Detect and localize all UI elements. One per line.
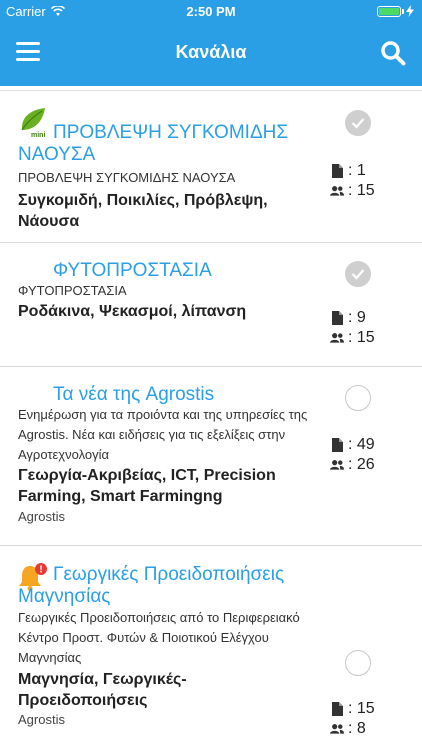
member-count: : 15 xyxy=(348,182,375,199)
channel-tags: Ροδάκινα, Ψεκασμοί, λίπανση xyxy=(18,303,247,320)
channel-title[interactable]: Γεωργικές Προειδοποιήσεις Μαγνησίας xyxy=(18,564,303,608)
channel-stats: : 49 : 26 xyxy=(330,435,375,475)
battery-icon xyxy=(377,5,414,17)
subscribe-toggle[interactable] xyxy=(345,385,371,411)
channel-item[interactable]: ΦΥΤΟΠΡΟΣΤΑΣΙΑ ΦΥΤΟΠΡΟΣΤΑΣΙΑ Ροδάκινα, Ψε… xyxy=(0,243,422,367)
status-bar: Carrier 2:50 PM xyxy=(0,0,422,22)
channel-stats: : 9 : 15 xyxy=(330,308,375,348)
subscribe-toggle[interactable] xyxy=(345,261,371,287)
document-icon xyxy=(331,164,343,178)
channel-stats: : 1 : 15 xyxy=(330,161,375,201)
channel-item[interactable]: ! Γεωργικές Προειδοποιήσεις Μαγνησίας Γε… xyxy=(0,546,422,750)
navigation-bar: Κανάλια xyxy=(0,22,422,86)
channel-list: mini ΠΡΟΒΛΕΨΗ ΣΥΓΚΟΜΙΔΗΣ ΝΑΟΥΣΑ ΠΡΟΒΛΕΨΗ… xyxy=(0,86,422,750)
checkmark-icon xyxy=(351,118,365,129)
channel-description: ΦΥΤΟΠΡΟΣΤΑΣΙΑ xyxy=(18,283,127,298)
document-icon xyxy=(331,438,343,452)
member-count: : 8 xyxy=(348,720,366,737)
users-icon xyxy=(330,724,344,734)
users-icon xyxy=(330,333,344,343)
document-icon xyxy=(331,311,343,325)
document-count: : 49 xyxy=(348,436,375,453)
search-icon[interactable] xyxy=(380,40,406,66)
document-count: : 9 xyxy=(348,309,366,326)
channel-title[interactable]: ΠΡΟΒΛΕΨΗ ΣΥΓΚΟΜΙΔΗΣ ΝΑΟΥΣΑ xyxy=(18,122,303,166)
subscribe-toggle[interactable] xyxy=(345,650,371,676)
status-time: 2:50 PM xyxy=(186,4,236,19)
channel-item[interactable]: mini ΠΡΟΒΛΕΨΗ ΣΥΓΚΟΜΙΔΗΣ ΝΑΟΥΣΑ ΠΡΟΒΛΕΨΗ… xyxy=(0,91,422,243)
channel-title[interactable]: ΦΥΤΟΠΡΟΣΤΑΣΙΑ xyxy=(18,260,303,282)
channel-title[interactable]: Τα νέα της Agrostis xyxy=(18,384,303,406)
member-count: : 15 xyxy=(348,329,375,346)
channel-item[interactable]: Τα νέα της Agrostis Ενημέρωση για τα προ… xyxy=(0,367,422,546)
channel-tags: Μαγνησία, Γεωργικές-Προειδοποιήσεις xyxy=(18,671,187,709)
users-icon xyxy=(330,460,344,470)
channel-tags: Συγκομιδή, Ποικιλίες, Πρόβλεψη, Νάουσα xyxy=(18,192,268,230)
checkmark-icon xyxy=(351,269,365,280)
document-icon xyxy=(331,702,343,716)
document-count: : 15 xyxy=(348,700,375,717)
channel-description: Γεωργικές Προειδοποιήσεις από το Περιφερ… xyxy=(18,610,300,665)
channel-description: Ενημέρωση για τα προιόντα και της υπηρεσ… xyxy=(18,407,308,462)
charging-icon xyxy=(406,5,414,17)
channel-author: Agrostis xyxy=(18,509,65,524)
subscribe-toggle[interactable] xyxy=(345,110,371,136)
page-title: Κανάλια xyxy=(175,42,247,62)
channel-tags: Γεωργία-Ακριβείας, ICT, Precision Farmin… xyxy=(18,467,276,505)
users-icon xyxy=(330,186,344,196)
document-count: : 1 xyxy=(348,162,366,179)
channel-stats: : 15 : 8 xyxy=(330,699,375,739)
channel-description: ΠΡΟΒΛΕΨΗ ΣΥΓΚΟΜΙΔΗΣ ΝΑΟΥΣΑ xyxy=(18,170,236,185)
channel-author: Agrostis xyxy=(18,712,65,727)
member-count: : 26 xyxy=(348,456,375,473)
